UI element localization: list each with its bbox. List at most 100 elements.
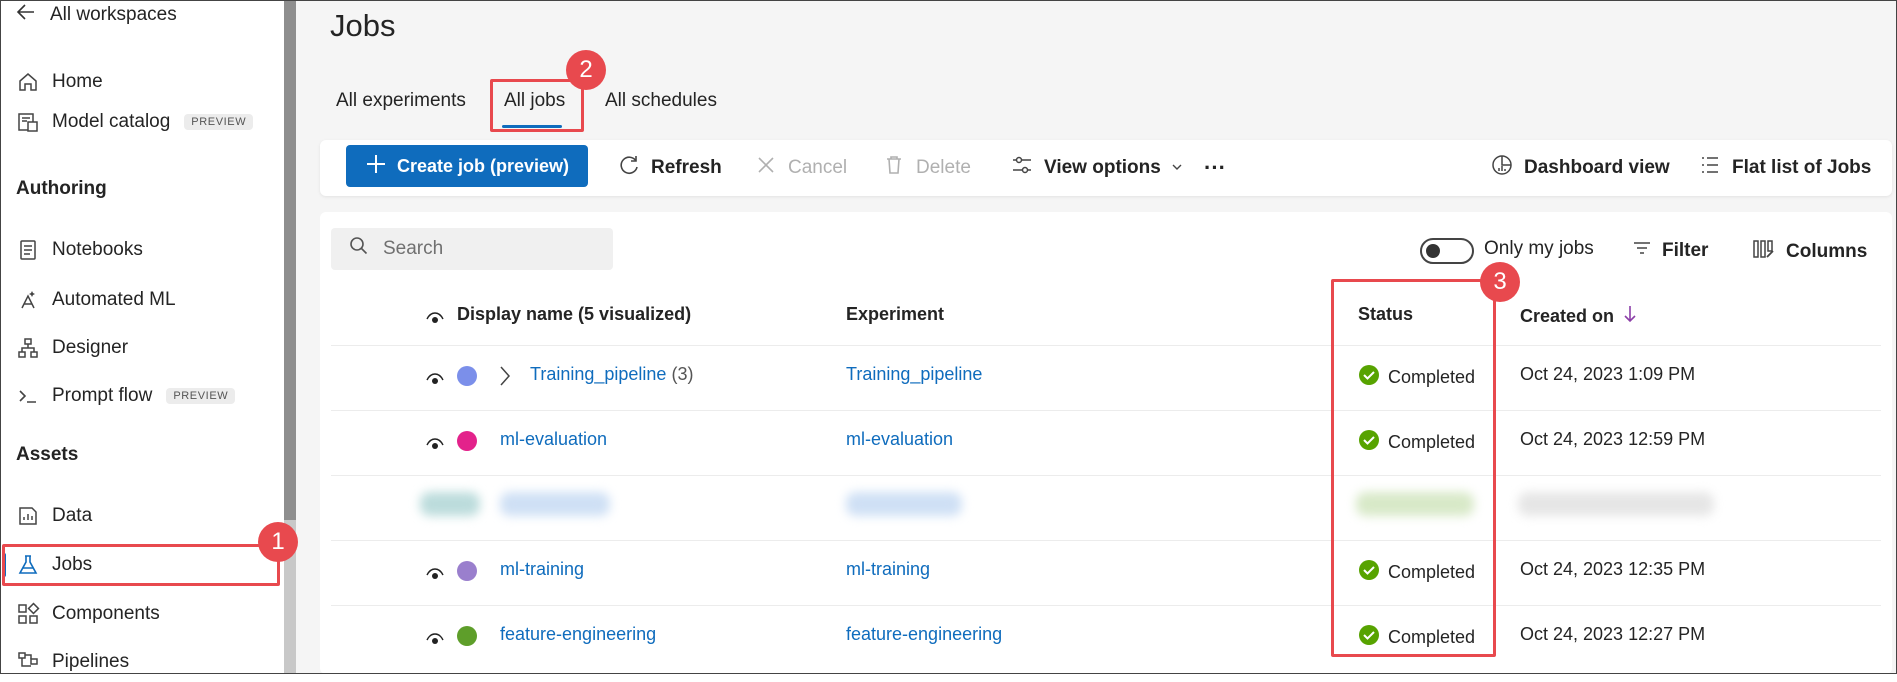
close-icon — [754, 153, 778, 183]
filter-label: Filter — [1662, 240, 1709, 261]
sidebar-item-components[interactable]: Components — [16, 594, 160, 634]
row-divider — [331, 410, 1881, 411]
dashboard-label: Dashboard view — [1524, 157, 1670, 178]
blurred-content — [420, 492, 480, 516]
job-color-dot — [457, 626, 477, 646]
eye-icon[interactable] — [426, 372, 444, 386]
sidebar-item-designer[interactable]: Designer — [16, 328, 128, 368]
pipelines-icon — [16, 650, 40, 674]
filter-icon — [1632, 238, 1652, 264]
search-icon — [349, 236, 369, 262]
sidebar-item-pipelines[interactable]: Pipelines — [16, 642, 129, 682]
trash-icon — [882, 153, 906, 183]
designer-icon — [16, 336, 40, 360]
sidebar-item-home[interactable]: Home — [16, 62, 103, 102]
sidebar-item-prompt-flow[interactable]: Prompt flow PREVIEW — [16, 376, 236, 416]
automl-icon — [16, 288, 40, 312]
toggle-knob — [1426, 244, 1440, 258]
sidebar-item-data[interactable]: Data — [16, 496, 92, 536]
sidebar-item-label: Data — [52, 505, 93, 526]
sidebar-item-notebooks[interactable]: Notebooks — [16, 230, 143, 270]
callout-number-3: 3 — [1480, 262, 1520, 302]
view-options-button[interactable]: View options — [1010, 140, 1183, 196]
search-placeholder: Search — [383, 238, 444, 259]
arrow-left-icon — [16, 2, 36, 28]
sidebar-item-label: Model catalog — [52, 111, 171, 132]
row-divider — [331, 540, 1881, 541]
eye-icon[interactable] — [426, 437, 444, 451]
job-name-link[interactable]: Training_pipeline — [530, 364, 666, 384]
chevron-right-icon[interactable] — [498, 364, 512, 393]
refresh-label: Refresh — [651, 157, 722, 178]
refresh-icon — [617, 153, 641, 183]
sidebar-item-label: Notebooks — [52, 239, 143, 260]
catalog-icon — [16, 110, 40, 134]
sidebar-item-label: Home — [52, 71, 103, 92]
job-name-link[interactable]: ml-evaluation — [500, 429, 607, 450]
delete-label: Delete — [916, 157, 971, 178]
create-job-label: Create job (preview) — [396, 155, 570, 176]
blurred-content — [846, 492, 962, 516]
created-on-value: Oct 24, 2023 1:09 PM — [1520, 364, 1696, 384]
create-job-button[interactable]: Create job (preview) — [346, 145, 588, 187]
table-row: Training_pipeline (3) — [530, 364, 693, 385]
job-name-link[interactable]: ml-training — [500, 559, 584, 580]
blurred-content — [500, 492, 610, 516]
filter-button[interactable]: Filter — [1632, 238, 1708, 264]
column-experiment[interactable]: Experiment — [846, 304, 944, 325]
dashboard-icon — [1490, 153, 1514, 183]
columns-button[interactable]: Columns — [1752, 238, 1867, 266]
callout-box-all-jobs — [490, 79, 584, 132]
sidebar-item-label: Designer — [52, 337, 129, 358]
view-options-label: View options — [1044, 157, 1161, 178]
column-created-on[interactable]: Created on — [1520, 304, 1636, 329]
row-divider — [331, 605, 1881, 606]
job-color-dot — [457, 431, 477, 451]
more-icon: ··· — [1204, 155, 1226, 180]
callout-number-2: 2 — [566, 50, 606, 90]
cancel-button[interactable]: Cancel — [754, 140, 847, 196]
eye-icon[interactable] — [426, 311, 444, 325]
sidebar-item-label: Automated ML — [52, 289, 176, 310]
created-on-value: Oct 24, 2023 12:27 PM — [1520, 624, 1706, 644]
home-icon — [16, 70, 40, 94]
sort-desc-icon — [1624, 304, 1636, 329]
page-title: Jobs — [330, 8, 396, 43]
plus-icon — [365, 153, 387, 180]
experiment-link[interactable]: feature-engineering — [846, 624, 1002, 645]
row-divider — [331, 475, 1881, 476]
back-to-workspaces[interactable]: All workspaces — [16, 2, 177, 28]
eye-icon[interactable] — [426, 567, 444, 581]
eye-icon[interactable] — [426, 632, 444, 646]
refresh-button[interactable]: Refresh — [617, 140, 722, 196]
dashboard-view-button[interactable]: Dashboard view — [1490, 140, 1670, 196]
flat-list-label: Flat list of Jobs — [1732, 157, 1872, 178]
flat-list-button[interactable]: Flat list of Jobs — [1698, 140, 1871, 196]
created-on-value: Oct 24, 2023 12:59 PM — [1520, 429, 1706, 449]
components-icon — [16, 602, 40, 626]
column-display-name[interactable]: Display name (5 visualized) — [457, 304, 691, 325]
tab-all-schedules[interactable]: All schedules — [605, 90, 717, 112]
sidebar-item-label: Components — [52, 603, 160, 624]
child-count: (3) — [671, 364, 694, 384]
callout-box-status — [1331, 279, 1496, 657]
only-my-jobs-toggle[interactable] — [1420, 238, 1474, 264]
callout-box-jobs — [2, 544, 280, 586]
columns-label: Columns — [1786, 241, 1868, 262]
more-button[interactable]: ··· — [1204, 140, 1226, 196]
experiment-link[interactable]: Training_pipeline — [846, 364, 982, 385]
delete-button[interactable]: Delete — [882, 140, 971, 196]
job-name-link[interactable]: feature-engineering — [500, 624, 656, 645]
tab-all-experiments[interactable]: All experiments — [336, 90, 466, 112]
sidebar-scrollbar[interactable] — [284, 0, 296, 520]
sidebar-item-model-catalog[interactable]: Model catalog PREVIEW — [16, 102, 254, 142]
job-color-dot — [457, 366, 477, 386]
cancel-label: Cancel — [788, 157, 848, 178]
search-input[interactable]: Search — [331, 228, 613, 270]
experiment-link[interactable]: ml-training — [846, 559, 930, 580]
sidebar-item-automated-ml[interactable]: Automated ML — [16, 280, 176, 320]
experiment-link[interactable]: ml-evaluation — [846, 429, 953, 450]
section-assets: Assets — [16, 444, 79, 465]
blurred-content — [1518, 492, 1714, 516]
preview-badge: PREVIEW — [166, 388, 236, 404]
